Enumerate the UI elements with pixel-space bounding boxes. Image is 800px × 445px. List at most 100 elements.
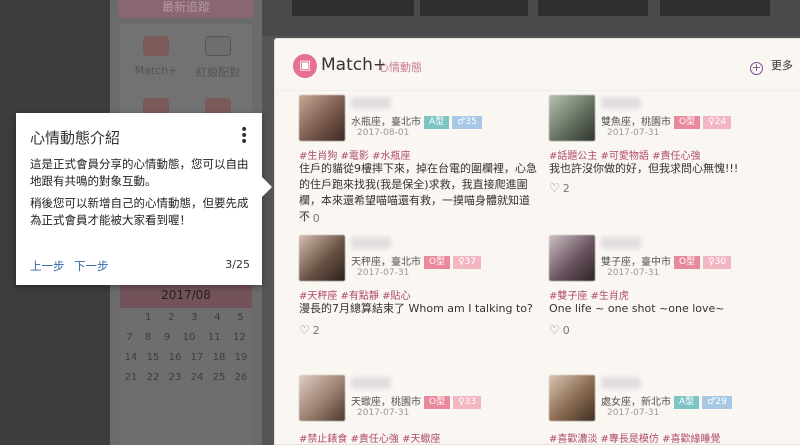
like-button[interactable]: ♡ 0 [549,323,570,337]
calendar-day[interactable]: 7 [126,328,132,348]
tile-matchmaker[interactable]: 紅娘配對 [188,36,248,80]
avatar[interactable] [299,235,345,281]
tooltip-paragraph: 稍後您可以新增自己的心情動態，但要先成為正式會員才能被大家看到喔！ [30,196,249,227]
calendar-day[interactable]: 18 [213,348,226,368]
blood-badge: O型 [424,256,451,269]
heart-outline-icon: ♡ [549,181,560,195]
tooltip-paragraph: 這是正式會員分享的心情動態，您可以自由地跟有共鳴的對象互動。 [30,157,249,188]
prev-step-button[interactable]: 上一步 [30,258,65,274]
like-button[interactable]: ♡ 0 [299,211,320,225]
location: 處女座，新北市 [601,397,671,408]
post-card[interactable]: 處女座，新北市 A型 ♂29 2017-07-31 #喜歡濃淡 #專長是模仿 #喜歡… [549,375,789,445]
calendar-day[interactable]: 8 [145,328,151,348]
user-meta: 水瓶座，臺北市 A型 ♂35 [351,113,482,129]
avatar[interactable] [549,375,595,421]
like-button[interactable]: ♡ 2 [549,181,570,195]
more-vert-icon[interactable]: • • • [240,123,248,149]
monitor-icon [205,36,231,56]
like-count: 2 [312,324,320,337]
calendar: 2017/08 1 2 3 4 5 7 8 9 10 11 12 14 15 1… [120,282,252,445]
user-name-blurred[interactable] [601,97,641,109]
calendar-day[interactable]: 4 [214,308,220,328]
user-name-blurred[interactable] [351,97,391,109]
post-card[interactable]: 雙魚座，桃園市 O型 ♀24 2017-07-31 #話題公主 #可愛物語 #責任心… [549,95,789,225]
calendar-day[interactable]: 3 [191,308,197,328]
post-card[interactable]: 水瓶座，臺北市 A型 ♂35 2017-08-01 #生肖狗 #電影 #水瓶座 住戶… [299,95,539,225]
calendar-day[interactable]: 21 [125,368,138,388]
thumbnail[interactable] [420,0,528,16]
like-button[interactable]: ♡ 2 [299,323,320,337]
post-tags[interactable]: #雙子座 #生肖虎 [549,287,629,302]
avatar[interactable] [299,95,345,141]
calendar-day[interactable]: 9 [164,328,170,348]
panel-subtitle: 心情動態 [378,61,422,74]
heart-outline-icon: ♡ [549,323,560,337]
post-tags[interactable]: #天秤座 #有點靜 #貼心 [299,287,411,302]
calendar-day[interactable]: 23 [169,368,182,388]
sex-age-badge: ♀24 [703,116,732,129]
post-tags[interactable]: #喜歡濃淡 #專長是模仿 #喜歡緣睡覺 [549,430,721,445]
calendar-day[interactable]: 2 [168,308,174,328]
avatar[interactable] [299,375,345,421]
calendar-day[interactable]: 5 [237,308,243,328]
post-tags[interactable]: #禁止錶食 #責任心強 #天蠍座 [299,430,441,445]
post-card[interactable]: 雙子座，臺中市 O型 ♀30 2017-07-31 #雙子座 #生肖虎 One li… [549,235,789,345]
calendar-day[interactable]: 14 [125,348,138,368]
sidebar-top-button[interactable]: 最新追蹤 [118,0,254,18]
user-meta: 雙魚座，桃園市 O型 ♀24 [601,113,732,129]
post-date: 2017-07-31 [607,128,660,138]
user-meta: 處女座，新北市 A型 ♂29 [601,393,732,409]
calendar-day[interactable]: 12 [233,328,246,348]
calendar-day[interactable]: 17 [191,348,204,368]
calendar-header: 2017/08 [120,282,252,308]
calendar-day[interactable]: 24 [191,368,204,388]
post-card[interactable]: 天蠍座，桃園市 O型 ♀33 2017-07-31 #禁止錶食 #責任心強 #天蠍座 [299,375,539,445]
post-tags[interactable]: #生肖狗 #電影 #水瓶座 [299,147,411,162]
user-meta: 雙子座，臺中市 O型 ♀30 [601,253,732,269]
calendar-day[interactable]: 22 [147,368,160,388]
location: 雙魚座，桃園市 [601,117,671,128]
calendar-day[interactable]: 11 [208,328,221,348]
blood-badge: A型 [424,116,450,129]
calendar-row: 21 22 23 24 25 26 [120,368,252,388]
user-meta: 天秤座，臺北市 O型 ♀37 [351,253,482,269]
location: 天蠍座，桃園市 [351,397,421,408]
user-name-blurred[interactable] [601,237,641,249]
calendar-row: 1 2 3 4 5 [120,308,252,328]
location: 雙子座，臺中市 [601,257,671,268]
more-link[interactable]: + 更多 [750,57,793,75]
tooltip-title: 心情動態介紹 [30,129,121,147]
heart-outline-icon: ♡ [299,323,310,337]
thumbnail[interactable] [292,0,414,16]
post-card[interactable]: 天秤座，臺北市 O型 ♀37 2017-07-31 #天秤座 #有點靜 #貼心 漫長… [299,235,539,345]
calendar-day[interactable]: 15 [147,348,160,368]
tour-tooltip: 心情動態介紹 • • • 這是正式會員分享的心情動態，您可以自由地跟有共鳴的對象互動… [16,113,272,285]
user-name-blurred[interactable] [601,377,641,389]
calendar-day[interactable]: 16 [169,348,182,368]
avatar[interactable] [549,95,595,141]
thumbnail[interactable] [538,0,648,16]
calendar-day[interactable]: 1 [145,308,151,328]
thumbnail[interactable] [660,0,770,16]
post-date: 2017-07-31 [607,268,660,278]
calendar-day[interactable]: 19 [235,348,248,368]
calendar-row: 7 8 9 10 11 12 [120,328,252,348]
post-tags[interactable]: #話題公主 #可愛物語 #責任心強 [549,147,701,162]
sex-age-badge: ♂29 [702,396,732,409]
calendar-day[interactable]: 10 [183,328,196,348]
blood-badge: O型 [674,256,701,269]
sex-age-badge: ♀33 [453,396,482,409]
avatar[interactable] [549,235,595,281]
post-date: 2017-07-31 [357,408,410,418]
like-count: 0 [312,212,320,225]
user-name-blurred[interactable] [351,237,391,249]
match-plus-icon: ▣ [293,54,317,78]
calendar-day[interactable]: 26 [235,368,248,388]
user-name-blurred[interactable] [351,377,391,389]
next-step-button[interactable]: 下一步 [74,258,109,274]
photo-strip [262,0,800,36]
calendar-day[interactable]: 25 [213,368,226,388]
tile-match-plus[interactable]: Match+ [126,36,186,77]
tile-label: 紅娘配對 [196,66,240,79]
post-text: 漫長的7月總算結束了 Whom am I talking to? [299,302,533,315]
